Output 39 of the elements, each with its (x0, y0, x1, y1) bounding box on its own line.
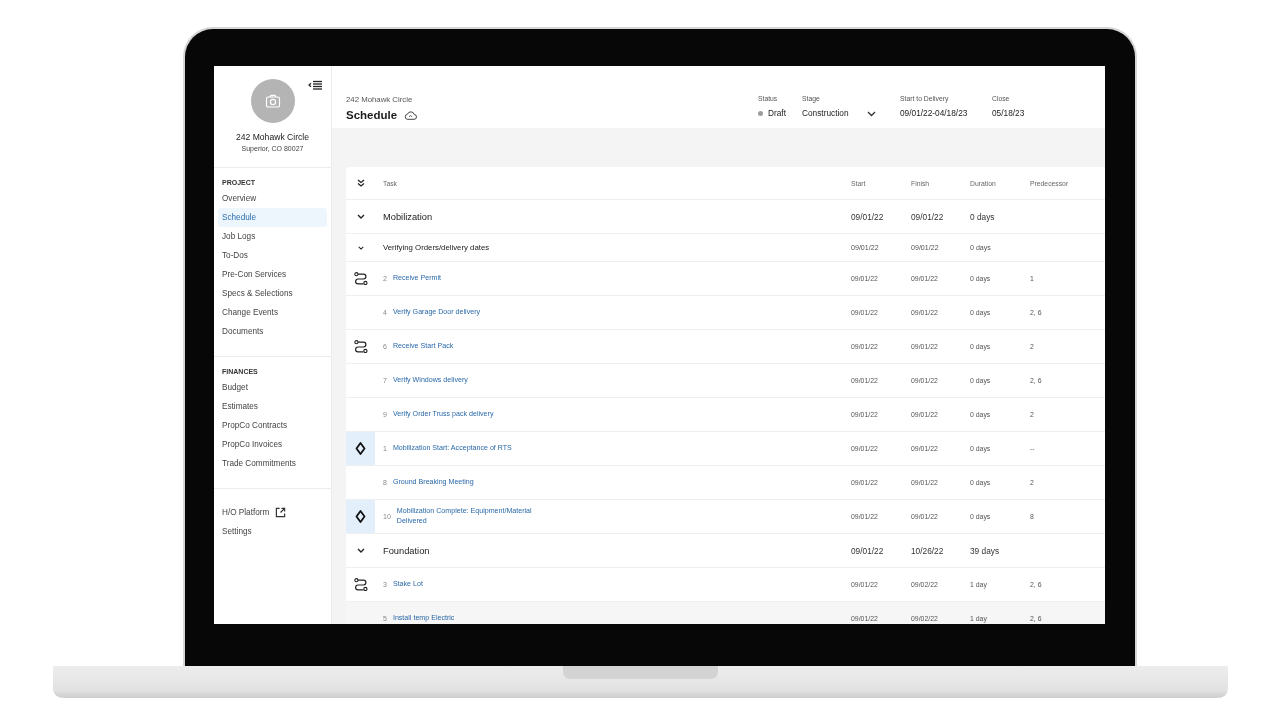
external-link-icon (275, 507, 287, 518)
nav-item[interactable]: PropCo Contracts (218, 416, 327, 435)
duration: 39 days (970, 545, 1001, 556)
menu-collapse-icon[interactable] (308, 80, 322, 90)
page-title: Schedule (346, 109, 398, 121)
nav-item[interactable]: Job Logs (218, 227, 327, 246)
field-value: 09/01/22-04/18/23 (900, 107, 969, 120)
cloud-icon (404, 110, 418, 120)
nav-item[interactable]: Pre-Con Services (218, 265, 327, 284)
nav-item[interactable]: Settings (218, 522, 327, 541)
chevron-down-icon[interactable] (357, 245, 364, 250)
stage-dropdown[interactable]: Construction (802, 106, 876, 120)
group-name: Mobilization (383, 211, 433, 222)
nav-item[interactable]: H/O Platform (218, 503, 327, 522)
nav-item[interactable]: To-Dos (218, 246, 327, 265)
nav-item[interactable]: Overview (218, 189, 327, 208)
start-date: 09/01/22 (851, 545, 885, 556)
status-value: Draft (768, 108, 786, 118)
finish-date: 09/01/22 (911, 211, 945, 222)
nav-item[interactable]: Budget (218, 378, 327, 397)
nav-item[interactable]: Specs & Selections (218, 284, 327, 303)
field-value: 05/18/23 (992, 107, 1026, 120)
duration: 0 days (970, 211, 996, 222)
chevron-down-icon[interactable] (356, 214, 365, 219)
camera-avatar-icon (250, 79, 295, 123)
nav-item[interactable]: PropCo Invoices (218, 435, 327, 454)
project-name: 242 Mohawk Circle (235, 132, 310, 143)
nav-item[interactable]: Documents (218, 322, 327, 341)
nav-item[interactable]: Change Events (218, 303, 327, 322)
group-name: Foundation (383, 545, 430, 556)
start-date: 09/01/22 (851, 211, 885, 222)
chevron-down-icon[interactable] (356, 548, 365, 553)
status-dot-icon (758, 110, 763, 116)
nav-item[interactable]: Estimates (218, 397, 327, 416)
collapse-all-icon[interactable] (356, 179, 365, 187)
finish-date: 10/26/22 (911, 545, 945, 556)
nav-item[interactable]: Schedule (218, 208, 327, 227)
nav-item[interactable]: Trade Commitments (218, 454, 327, 473)
chevron-down-icon (866, 111, 876, 117)
